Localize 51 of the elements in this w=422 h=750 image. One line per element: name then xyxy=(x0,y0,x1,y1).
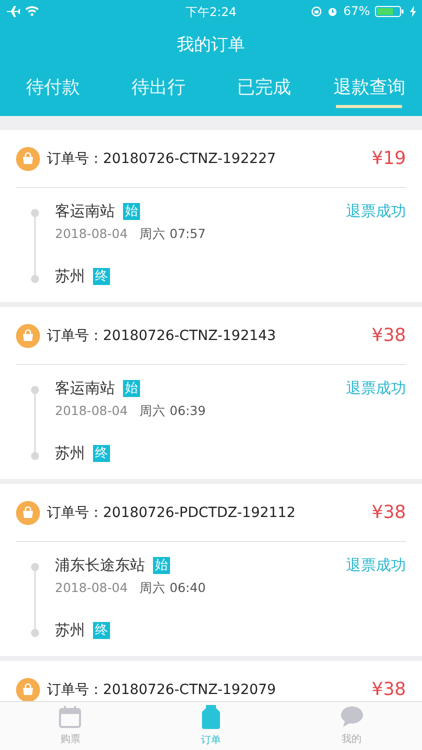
tab-bar-item[interactable]: 我的 xyxy=(281,702,422,750)
charging-icon xyxy=(410,6,416,16)
start-tag: 始 xyxy=(123,203,140,220)
departure-station: 客运南站 xyxy=(55,202,115,221)
arrival-station: 苏州 xyxy=(55,621,85,640)
order-number: 订单号：20180726-CTNZ-192143 xyxy=(47,326,276,344)
battery-icon xyxy=(375,6,405,16)
chat-bubble-icon xyxy=(340,706,364,728)
order-tab[interactable]: 已完成 xyxy=(211,66,316,116)
status-time: 下午2:24 xyxy=(186,4,236,21)
shopping-bag-icon xyxy=(16,146,40,170)
shopping-bag-icon xyxy=(16,324,40,348)
order-tab[interactable]: 待付款 xyxy=(0,66,106,116)
tab-bar-item[interactable]: 订单 xyxy=(140,702,282,750)
departure-time: 周六 07:57 xyxy=(140,226,206,243)
airplane-icon xyxy=(6,6,20,16)
refund-status: 退票成功 xyxy=(346,556,406,575)
order-number: 订单号：20180726-CTNZ-192079 xyxy=(47,680,276,698)
departure-station: 浦东长途东站 xyxy=(55,556,145,575)
wifi-icon xyxy=(25,6,39,16)
refund-status: 退票成功 xyxy=(346,379,406,398)
departure-station: 客运南站 xyxy=(55,379,115,398)
start-tag: 始 xyxy=(123,380,140,397)
bag-icon xyxy=(201,705,221,729)
order-price: ¥19 xyxy=(372,148,406,169)
order-price: ¥38 xyxy=(372,502,406,523)
departure-date: 2018-08-04 xyxy=(55,226,128,243)
alarm-icon xyxy=(327,6,338,16)
start-tag: 始 xyxy=(153,557,170,574)
departure-date: 2018-08-04 xyxy=(55,403,128,420)
rotation-lock-icon xyxy=(311,6,322,16)
arrival-station: 苏州 xyxy=(55,267,85,286)
departure-time: 周六 06:40 xyxy=(140,580,206,597)
tab-bar-item[interactable]: 购票 xyxy=(0,702,141,750)
departure-time: 周六 06:39 xyxy=(140,403,206,420)
departure-date: 2018-08-04 xyxy=(55,580,128,597)
shopping-bag-icon xyxy=(16,500,40,524)
end-tag: 终 xyxy=(93,268,110,285)
arrival-station: 苏州 xyxy=(55,444,85,463)
order-number: 订单号：20180726-PDCTDZ-192112 xyxy=(47,504,296,522)
order-number: 订单号：20180726-CTNZ-192227 xyxy=(47,150,276,168)
order-price: ¥38 xyxy=(372,679,406,700)
page-title: 我的订单 xyxy=(177,34,245,56)
refund-status: 退票成功 xyxy=(346,202,406,221)
calendar-icon xyxy=(59,706,82,728)
end-tag: 终 xyxy=(93,622,110,639)
order-tab[interactable]: 待出行 xyxy=(106,66,211,116)
end-tag: 终 xyxy=(93,445,110,462)
order-price: ¥38 xyxy=(372,325,406,346)
order-tab[interactable]: 退款查询 xyxy=(316,66,422,116)
battery-percent: 67% xyxy=(343,4,370,18)
